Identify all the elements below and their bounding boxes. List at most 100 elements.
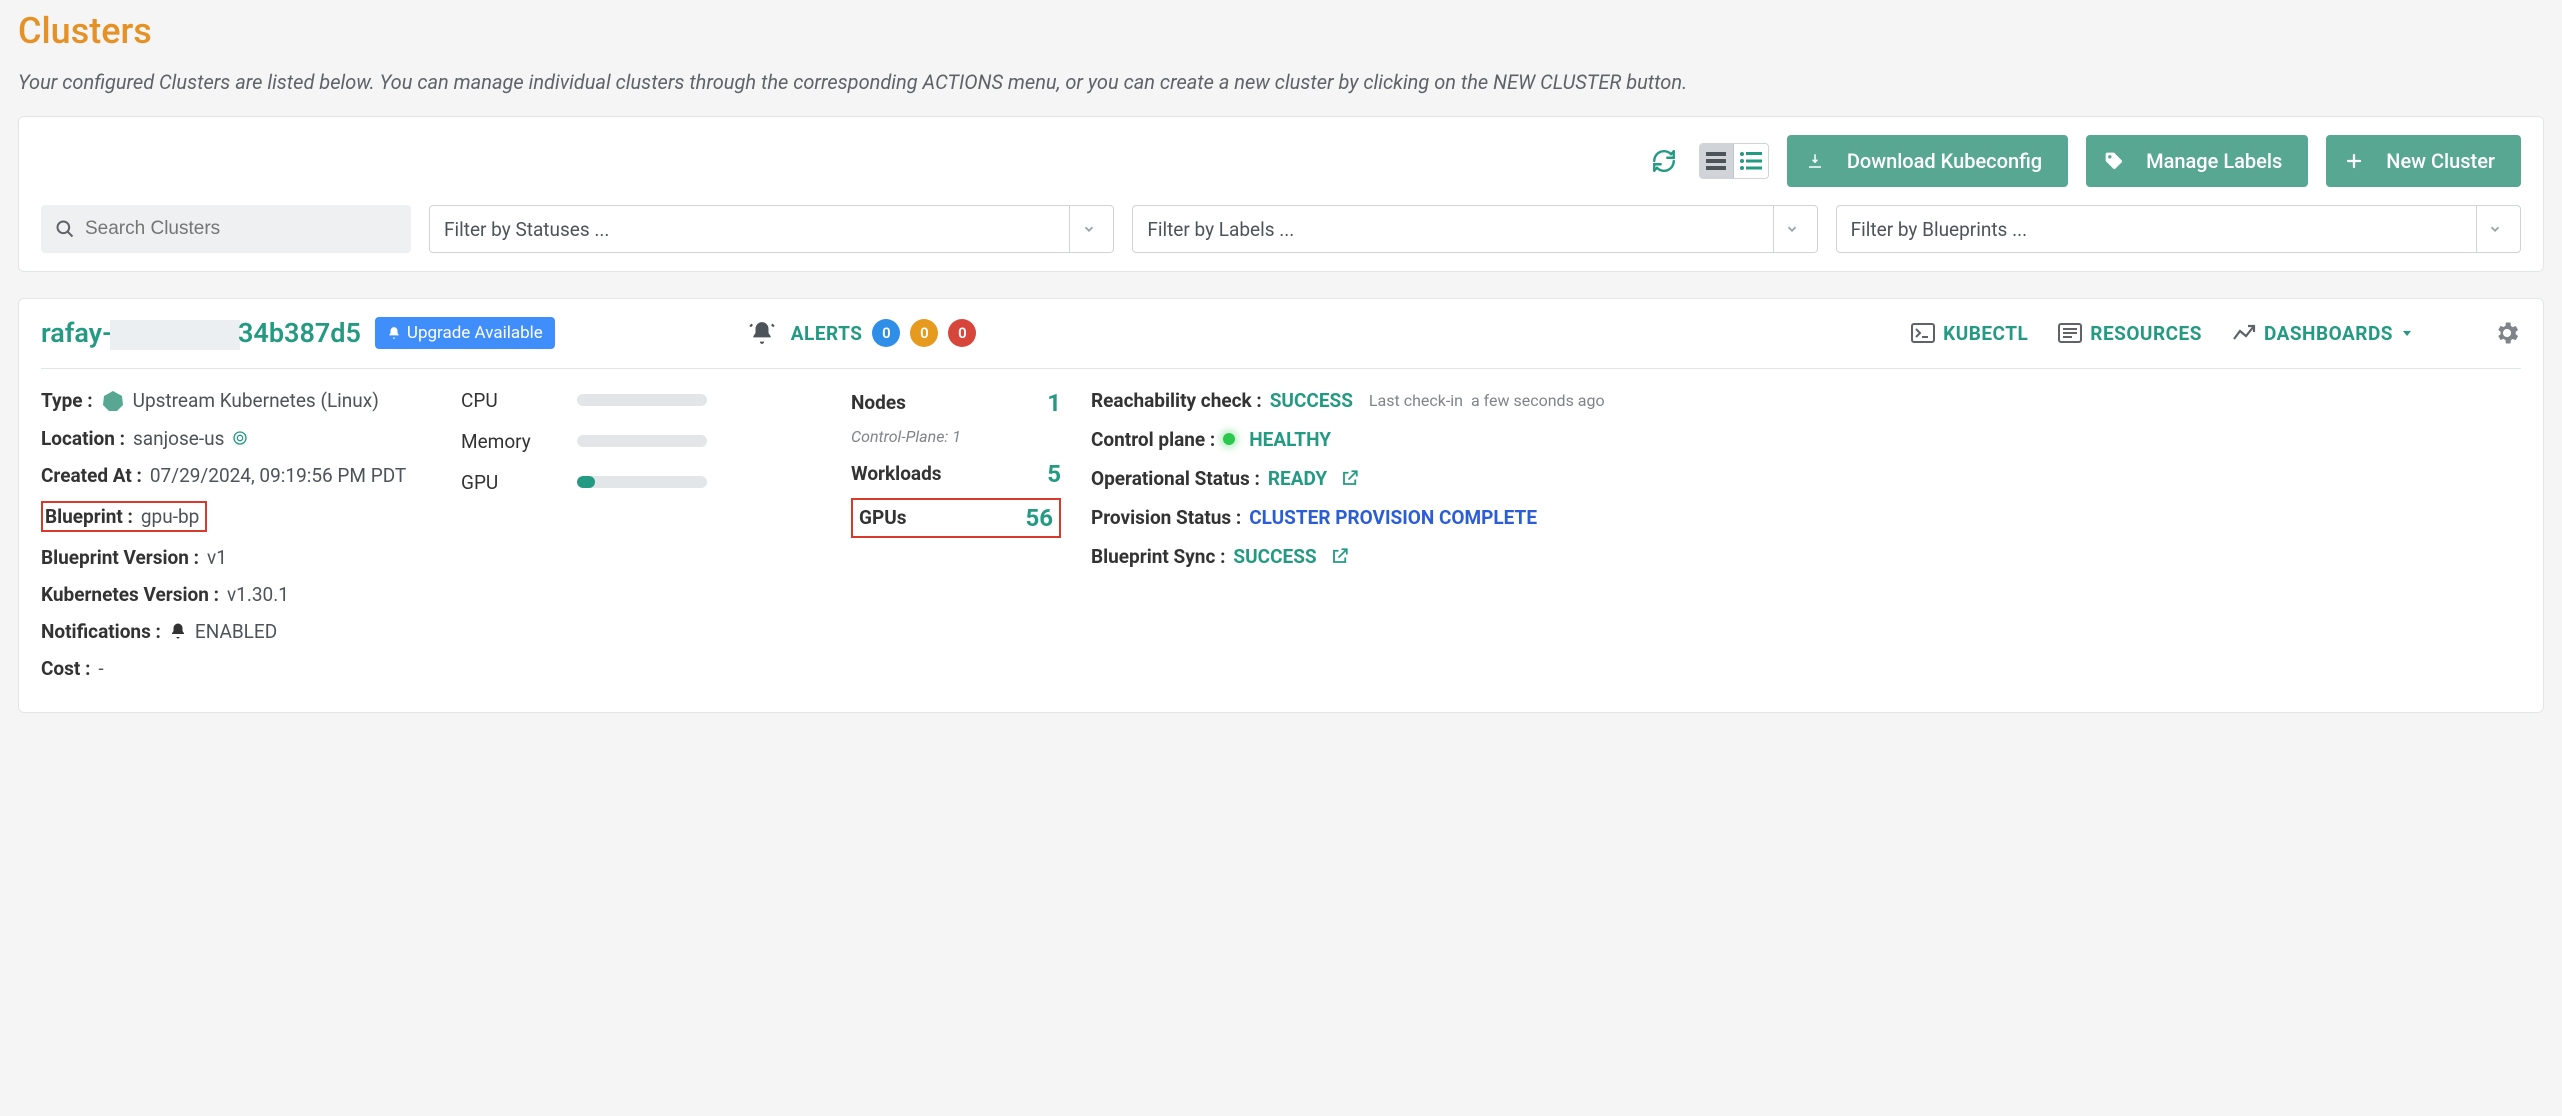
cluster-settings-button[interactable]	[2493, 319, 2521, 347]
bell-ring-icon	[749, 320, 775, 346]
cluster-name-prefix: rafay-	[41, 317, 112, 349]
manage-labels-button[interactable]: Manage Labels	[2086, 135, 2308, 187]
cpu-meter-row: CPU	[461, 389, 821, 412]
dashboards-label: DASHBOARDS	[2264, 322, 2393, 345]
notifications-key: Notifications :	[41, 620, 161, 643]
filter-blueprints-select[interactable]: Filter by Blueprints ...	[1836, 205, 2521, 253]
memory-meter-row: Memory	[461, 430, 821, 453]
search-clusters-box[interactable]	[41, 205, 411, 253]
k8s-version-value: v1.30.1	[227, 583, 289, 606]
operational-status-key: Operational Status :	[1091, 467, 1260, 490]
download-kubeconfig-button[interactable]: Download Kubeconfig	[1787, 135, 2068, 187]
workloads-value: 5	[1047, 460, 1061, 488]
gpu-meter-row: GPU	[461, 471, 821, 494]
type-row: Type : Upstream Kubernetes (Linux)	[41, 389, 431, 413]
new-cluster-button[interactable]: New Cluster	[2326, 135, 2521, 187]
k8s-version-key: Kubernetes Version :	[41, 583, 219, 606]
blueprint-version-key: Blueprint Version :	[41, 546, 199, 569]
created-value: 07/29/2024, 09:19:56 PM PDT	[150, 464, 406, 487]
filter-labels-select[interactable]: Filter by Labels ...	[1132, 205, 1817, 253]
blueprint-sync-key: Blueprint Sync :	[1091, 545, 1225, 568]
blueprint-value: gpu-bp	[141, 505, 199, 528]
view-grid-button[interactable]	[1700, 144, 1734, 178]
view-list-button[interactable]	[1734, 144, 1768, 178]
dashboards-link[interactable]: DASHBOARDS	[2232, 322, 2413, 345]
status-dot-icon	[1223, 433, 1235, 445]
search-clusters-input[interactable]	[75, 218, 397, 240]
control-plane-row: Control plane : HEALTHY	[1091, 428, 2521, 451]
kubectl-label: KUBECTL	[1943, 322, 2028, 345]
filter-labels-label: Filter by Labels ...	[1147, 218, 1294, 241]
cost-row: Cost : -	[41, 657, 431, 680]
last-checkin-label: Last check-in	[1369, 391, 1463, 410]
k8s-version-row: Kubernetes Version : v1.30.1	[41, 583, 431, 606]
manage-labels-label: Manage Labels	[2146, 149, 2282, 173]
external-link-icon[interactable]	[1331, 547, 1349, 565]
resources-label: RESOURCES	[2090, 322, 2202, 345]
refresh-icon	[1651, 148, 1677, 174]
filter-row: Filter by Statuses ... Filter by Labels …	[41, 205, 2521, 253]
reachability-row: Reachability check : SUCCESS Last check-…	[1091, 389, 2521, 412]
blueprint-row: Blueprint : gpu-bp	[41, 501, 207, 532]
cpu-meter	[577, 394, 707, 406]
type-key: Type :	[41, 389, 93, 412]
alerts-error-count[interactable]: 0	[948, 319, 976, 347]
gpu-meter-label: GPU	[461, 471, 541, 494]
plus-icon	[2344, 152, 2364, 170]
kubernetes-icon	[101, 389, 125, 413]
memory-meter-label: Memory	[461, 430, 541, 453]
blueprint-key: Blueprint :	[45, 505, 133, 528]
nodes-value: 1	[1047, 389, 1061, 417]
notifications-row: Notifications : ENABLED	[41, 620, 431, 643]
notifications-value: ENABLED	[195, 620, 277, 643]
upgrade-available-badge[interactable]: Upgrade Available	[375, 317, 555, 349]
chevron-down-icon	[1773, 206, 1811, 252]
reachability-key: Reachability check :	[1091, 389, 1262, 412]
provision-status-row: Provision Status : CLUSTER PROVISION COM…	[1091, 506, 2521, 529]
operational-status-value: READY	[1268, 467, 1327, 490]
created-row: Created At : 07/29/2024, 09:19:56 PM PDT	[41, 464, 431, 487]
blueprint-sync-value: SUCCESS	[1233, 545, 1316, 568]
filter-blueprints-label: Filter by Blueprints ...	[1851, 218, 2027, 241]
cpu-meter-label: CPU	[461, 389, 541, 412]
upgrade-available-label: Upgrade Available	[407, 323, 543, 343]
nodes-subtext: Control-Plane: 1	[851, 427, 1061, 446]
location-key: Location :	[41, 427, 125, 450]
location-value: sanjose-us	[133, 427, 224, 450]
external-link-icon[interactable]	[1341, 469, 1359, 487]
refresh-button[interactable]	[1647, 144, 1681, 178]
gpus-key: GPUs	[859, 506, 906, 529]
alerts-section: ALERTS 0 0 0	[749, 319, 977, 347]
resources-link[interactable]: RESOURCES	[2058, 322, 2202, 345]
bell-icon	[387, 326, 401, 340]
terminal-icon	[1911, 323, 1935, 343]
workloads-stat: Workloads 5	[851, 460, 1061, 488]
blueprint-version-value: v1	[207, 546, 227, 569]
gpus-value: 56	[1025, 504, 1053, 532]
gpus-stat: GPUs 56	[851, 498, 1061, 538]
cluster-header-links: KUBECTL RESOURCES DASHBOARDS	[1911, 319, 2521, 347]
search-icon	[55, 219, 75, 239]
resources-icon	[2058, 323, 2082, 343]
view-toggle	[1699, 143, 1769, 179]
alerts-label: ALERTS	[791, 322, 863, 345]
cluster-card-header: rafay- 34b387d5 Upgrade Available ALERTS …	[41, 317, 2521, 369]
kubectl-link[interactable]: KUBECTL	[1911, 322, 2028, 345]
alerts-warn-count[interactable]: 0	[910, 319, 938, 347]
cluster-card-body: Type : Upstream Kubernetes (Linux) Locat…	[41, 389, 2521, 694]
cluster-name-link[interactable]: rafay- 34b387d5	[41, 317, 361, 350]
cluster-card: rafay- 34b387d5 Upgrade Available ALERTS …	[18, 298, 2544, 713]
cluster-info-col: Type : Upstream Kubernetes (Linux) Locat…	[41, 389, 431, 694]
toolbar-panel: Download Kubeconfig Manage Labels New Cl…	[18, 116, 2544, 272]
download-icon	[1805, 152, 1825, 170]
filter-status-select[interactable]: Filter by Statuses ...	[429, 205, 1114, 253]
download-kubeconfig-label: Download Kubeconfig	[1847, 149, 2042, 173]
cluster-name-suffix: 34b387d5	[238, 317, 361, 349]
memory-meter	[577, 435, 707, 447]
control-plane-key: Control plane :	[1091, 428, 1215, 451]
provision-status-key: Provision Status :	[1091, 506, 1241, 529]
toolbar-row: Download Kubeconfig Manage Labels New Cl…	[41, 135, 2521, 187]
bell-solid-icon	[169, 622, 187, 640]
alerts-info-count[interactable]: 0	[872, 319, 900, 347]
blueprint-version-row: Blueprint Version : v1	[41, 546, 431, 569]
